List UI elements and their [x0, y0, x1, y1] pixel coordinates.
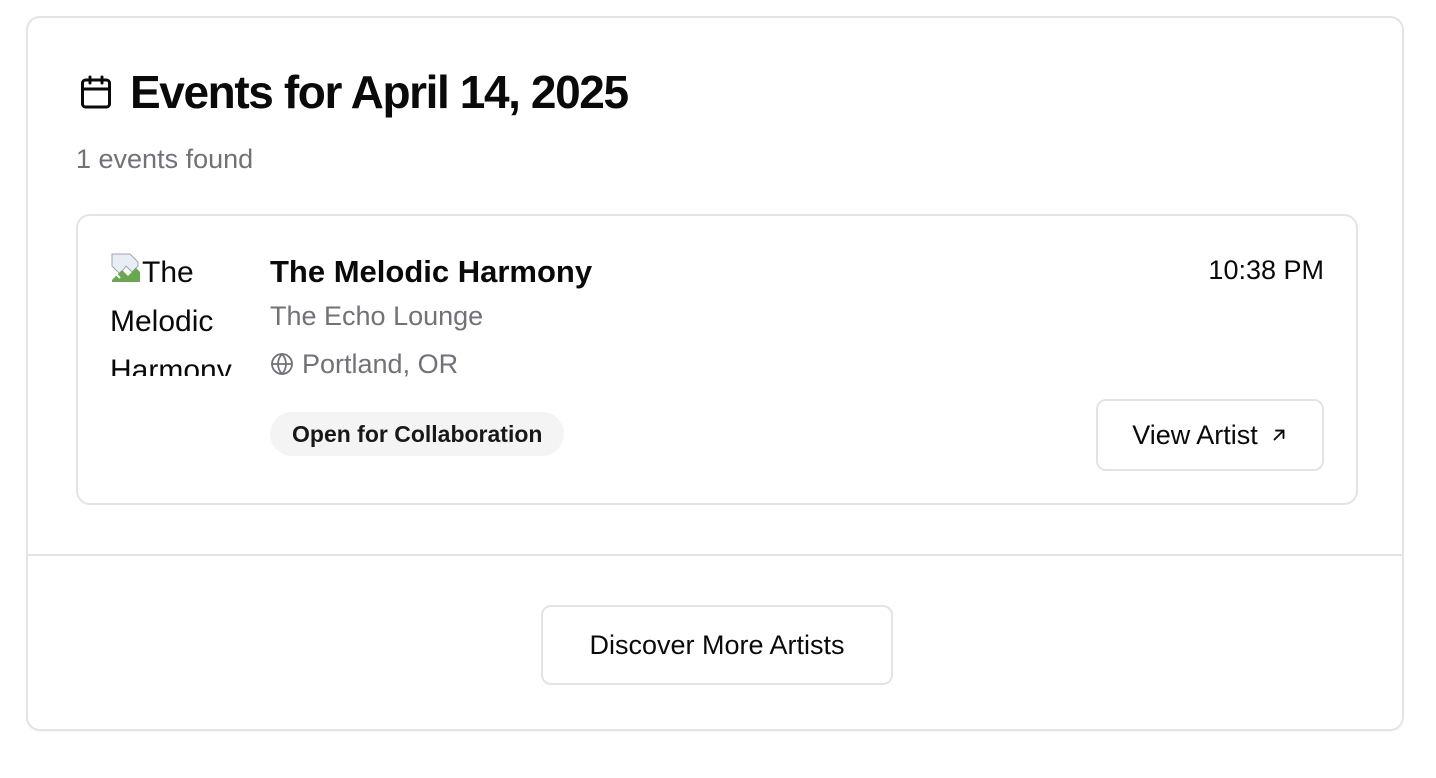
discover-button-label: Discover More Artists: [589, 629, 845, 660]
page-title: Events for April 14, 2025: [130, 66, 629, 118]
footer-divider: [28, 554, 1402, 556]
discover-more-artists-button[interactable]: Discover More Artists: [541, 605, 893, 685]
collaboration-badge: Open for Collaboration: [270, 412, 565, 456]
view-artist-label: View Artist: [1132, 419, 1258, 450]
artist-name: The Melodic Harmony: [270, 254, 593, 289]
title-row: Events for April 14, 2025: [76, 66, 1354, 118]
calendar-icon: [76, 72, 116, 112]
artist-image: The Melodic Harmony: [110, 248, 238, 376]
globe-icon: [270, 352, 294, 376]
events-header: Events for April 14, 2025 1 events found: [76, 66, 1354, 176]
events-count: 1 events found: [76, 144, 254, 174]
venue-name: The Echo Lounge: [270, 301, 484, 331]
view-artist-button[interactable]: View Artist: [1096, 399, 1324, 471]
broken-image-icon: [110, 250, 142, 282]
event-time: 10:38 PM: [1208, 255, 1324, 285]
arrow-up-right-icon: [1270, 426, 1288, 444]
event-location: Portland, OR: [270, 346, 592, 382]
event-card: The Melodic Harmony The Melodic Harmony …: [76, 214, 1358, 505]
location-text: Portland, OR: [302, 349, 459, 379]
event-info: The Melodic Harmony The Echo Lounge Port…: [270, 252, 592, 382]
events-card: Events for April 14, 2025 1 events found…: [26, 16, 1404, 731]
